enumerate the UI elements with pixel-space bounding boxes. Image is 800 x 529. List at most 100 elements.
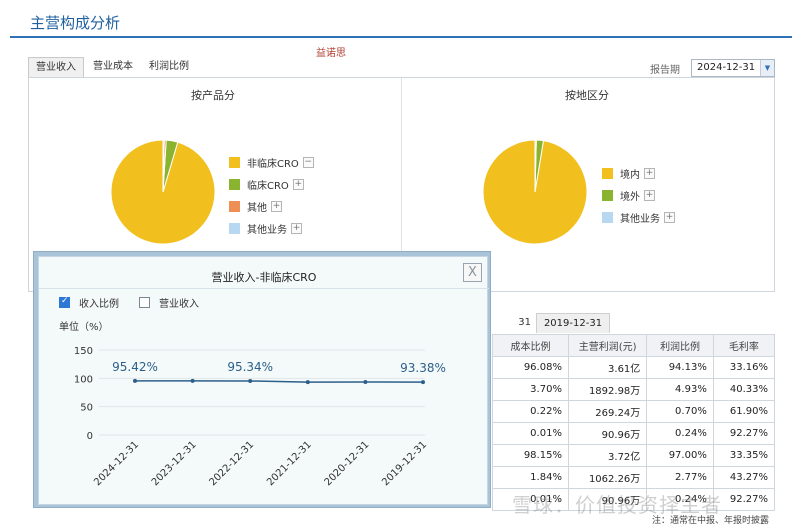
legend-label: 境内 — [620, 169, 640, 181]
pie-chart-region — [482, 139, 588, 245]
expand-icon[interactable]: + — [664, 211, 675, 223]
table-cell: 98.15% — [492, 444, 569, 467]
legend-label: 其他 — [247, 202, 267, 214]
table-header-row: 成本比例 主营利润(元) 利润比例 毛利率 — [492, 334, 776, 357]
period-select[interactable]: 2024-12-31 ▼ — [691, 59, 775, 77]
table-row: 98.15% 3.72亿 97.00% 33.35% — [492, 444, 776, 467]
y-tick-label: 100 — [74, 374, 93, 385]
legend-label: 其他业务 — [247, 224, 287, 236]
legend-swatch — [229, 200, 240, 212]
y-tick-label: 0 — [87, 431, 93, 442]
table-row: 96.08% 3.61亿 94.13% 33.16% — [492, 356, 776, 379]
popup-body: 营业收入-非临床CRO X 收入比例 营业收入 单位（%） 0501001509… — [38, 256, 489, 505]
legend-item: 非临床CRO − — [229, 151, 314, 173]
data-point[interactable] — [248, 378, 253, 383]
legend-item: 其他业务 + — [602, 206, 675, 228]
table-cell: 96.08% — [492, 356, 569, 379]
expand-icon[interactable]: + — [271, 200, 282, 212]
pie-title-region: 按地区分 — [565, 89, 609, 102]
tab-profit-ratio[interactable]: 利润比例 — [144, 57, 194, 77]
legend-label: 境外 — [620, 191, 640, 203]
x-tick-label: 2023-12-31 — [150, 439, 199, 488]
data-label: 95.34% — [227, 360, 273, 374]
legend-item: 其他业务 + — [229, 217, 314, 239]
legend-swatch — [602, 211, 613, 223]
table-row: 1.84% 1062.26万 2.77% 43.27% — [492, 466, 776, 489]
table-cell: 1892.98万 — [567, 378, 648, 401]
pie-chart-product — [110, 139, 216, 245]
legend-swatch — [602, 167, 613, 179]
table-cell: 61.90% — [712, 400, 776, 423]
expand-icon[interactable]: + — [644, 167, 655, 179]
dropdown-arrow-icon[interactable]: ▼ — [760, 60, 774, 76]
data-point[interactable] — [363, 380, 368, 385]
legend-label: 其他业务 — [620, 213, 660, 225]
table-cell: 3.70% — [492, 378, 569, 401]
line-chart: 05010015095.42% 95.34% 93.38%2024-12-31 202… — [74, 346, 446, 488]
tab-period-partial[interactable]: 31 — [491, 313, 535, 333]
legend-swatch — [229, 222, 240, 234]
legend-item: 境内 + — [602, 162, 675, 184]
footnote: 注：通常在中报、年报时披露 — [652, 516, 770, 526]
expand-icon[interactable]: + — [291, 222, 302, 234]
legend-swatch — [229, 178, 240, 190]
column-header: 成本比例 — [492, 334, 569, 357]
table-cell: 0.24% — [646, 422, 714, 445]
legend-item: 临床CRO + — [229, 173, 314, 195]
table-cell: 33.35% — [712, 444, 776, 467]
y-tick-label: 50 — [80, 403, 93, 414]
data-point[interactable] — [305, 380, 310, 385]
table-cell: 1062.26万 — [567, 466, 648, 489]
data-point[interactable] — [133, 378, 137, 383]
table-cell: 94.13% — [646, 356, 714, 379]
legend-label: 非临床CRO — [247, 158, 299, 170]
legend-swatch — [602, 189, 613, 201]
y-tick-label: 150 — [74, 346, 93, 357]
section-title: 主营构成分析 — [30, 14, 121, 32]
data-point[interactable] — [421, 380, 425, 385]
legend-label: 临床CRO — [247, 180, 289, 192]
expand-icon[interactable]: + — [644, 189, 655, 201]
table-cell: 92.27% — [712, 488, 776, 511]
x-tick-label: 2022-12-31 — [207, 439, 256, 488]
column-header: 毛利率 — [712, 334, 776, 357]
table-cell: 97.00% — [646, 444, 714, 467]
table-row: 0.22% 269.24万 0.70% 61.90% — [492, 400, 776, 423]
table-cell: 3.72亿 — [567, 444, 648, 467]
breakdown-table: 成本比例 主营利润(元) 利润比例 毛利率 96.08% 3.61亿 94.13… — [492, 334, 776, 511]
legend-region: 境内 + 境外 + 其他业务 + — [602, 162, 675, 228]
x-tick-label: 2024-12-31 — [92, 439, 141, 488]
table-cell: 92.27% — [712, 422, 776, 445]
table-cell: 33.16% — [712, 356, 776, 379]
table-cell: 1.84% — [492, 466, 569, 489]
collapse-icon[interactable]: − — [302, 156, 314, 168]
column-header: 主营利润(元) — [567, 334, 648, 357]
table-row: 0.01% 90.96万 0.24% 92.27% — [492, 422, 776, 445]
table-cell: 2.77% — [646, 466, 714, 489]
data-point[interactable] — [190, 378, 195, 383]
x-tick-label: 2019-12-31 — [380, 439, 429, 488]
x-tick-label: 2021-12-31 — [265, 439, 314, 488]
period-label: 报告期 — [650, 65, 680, 76]
table-cell: 40.33% — [712, 378, 776, 401]
tab-revenue[interactable]: 营业收入 — [28, 57, 84, 77]
table-cell: 0.70% — [646, 400, 714, 423]
legend-swatch — [229, 156, 240, 168]
legend-item: 境外 + — [602, 184, 675, 206]
tab-cost[interactable]: 营业成本 — [88, 57, 138, 77]
company-name: 益诺思 — [316, 48, 346, 59]
table-row: 3.70% 1892.98万 4.93% 40.33% — [492, 378, 776, 401]
table-cell: 0.01% — [492, 422, 569, 445]
expand-icon[interactable]: + — [292, 178, 304, 190]
legend-item: 其他 + — [229, 195, 314, 217]
table-cell: 269.24万 — [567, 400, 648, 423]
table-cell: 43.27% — [712, 466, 776, 489]
table-cell: 4.93% — [646, 378, 714, 401]
data-label: 95.42% — [112, 360, 158, 374]
table-cell: 90.96万 — [567, 422, 648, 445]
table-cell: 0.22% — [492, 400, 569, 423]
table-cell: 3.61亿 — [567, 356, 648, 379]
pie-title-product: 按产品分 — [191, 89, 235, 102]
tab-period-2019[interactable]: 2019-12-31 — [536, 313, 610, 333]
divider — [401, 78, 402, 253]
